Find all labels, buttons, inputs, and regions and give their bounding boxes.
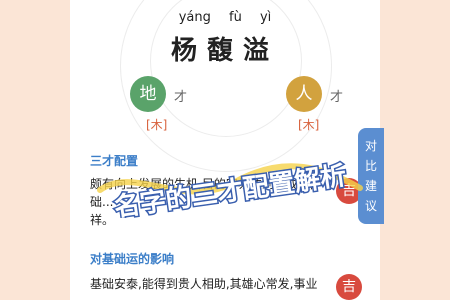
- ren-cai-circle: 人: [286, 76, 322, 112]
- side-tab-char-1: 对: [364, 139, 377, 153]
- foundation-ji-badge: 吉: [336, 274, 362, 300]
- di-element: [木]: [146, 118, 168, 132]
- name-pinyin: yáng fù yì: [178, 10, 272, 25]
- di-cai-label: 才: [174, 90, 188, 105]
- name-title: 杨馥溢: [170, 36, 279, 66]
- ren-element: [木]: [298, 118, 320, 132]
- overlay-banner: 名字的三才配置解析: [97, 160, 363, 218]
- foundation-text-line1: 基础安泰,能得到贵人相助,其雄心常发,事业: [90, 277, 318, 291]
- ren-char: 人: [295, 84, 313, 104]
- di-cai-circle: 地: [130, 76, 166, 112]
- phone-screen: yáng fù yì 杨馥溢 地 才 [木] 人 才 [木] 三才配置 颇有向上…: [70, 0, 380, 300]
- foundation-section-title: 对基础运的影响: [90, 252, 175, 266]
- overlay-title: 名字的三才配置解析: [112, 160, 348, 218]
- ren-cai-label: 才: [330, 90, 344, 105]
- di-char: 地: [139, 84, 157, 104]
